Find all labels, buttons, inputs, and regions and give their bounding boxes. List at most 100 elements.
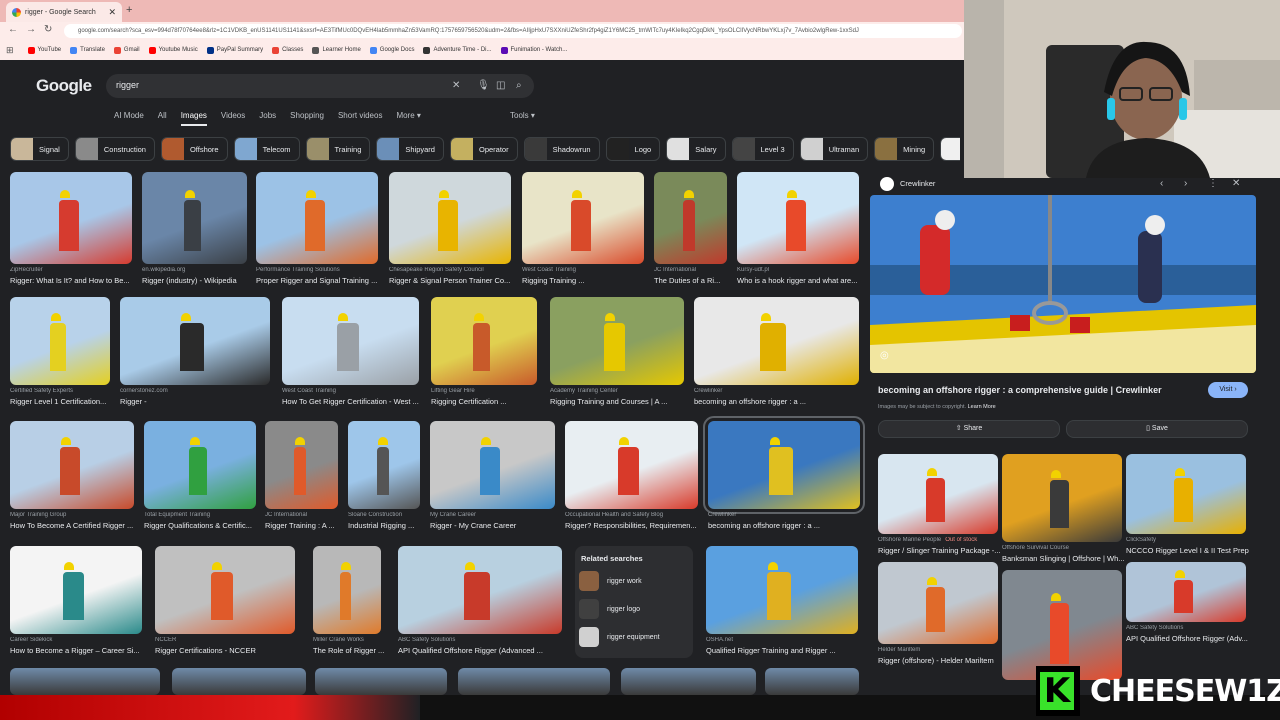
panel-related-title[interactable]: Banksman Slinging | Offshore | Wh... xyxy=(1002,554,1126,563)
result-image[interactable] xyxy=(10,172,132,264)
tab-images[interactable]: Images xyxy=(180,111,207,126)
result-image[interactable] xyxy=(654,172,727,264)
result-source[interactable]: ABC Safety Solutions xyxy=(398,637,562,643)
result-title[interactable]: API Qualified Offshore Rigger (Advanced … xyxy=(398,646,570,655)
result-image[interactable] xyxy=(144,421,256,509)
tab-shopping[interactable]: Shopping xyxy=(290,111,324,126)
result-source[interactable]: Major Training Group xyxy=(10,512,134,518)
panel-source-name[interactable]: Crewlinker xyxy=(900,179,935,188)
preview-image[interactable]: ◎ xyxy=(870,195,1256,373)
new-tab-button[interactable]: + xyxy=(126,4,132,16)
result-image[interactable] xyxy=(142,172,247,264)
result-source[interactable]: cornerstonez.com xyxy=(120,388,270,394)
panel-related-image[interactable] xyxy=(1126,454,1246,534)
panel-related-title[interactable]: API Qualified Offshore Rigger (Adv... xyxy=(1126,634,1250,643)
result-image[interactable] xyxy=(565,421,698,509)
apps-grid-icon[interactable]: ⊞ xyxy=(6,45,14,56)
result-source[interactable]: Crewlinker xyxy=(694,388,859,394)
result-image[interactable] xyxy=(10,297,110,385)
chip-training[interactable]: Training xyxy=(305,137,371,161)
panel-related-title[interactable]: NCCCO Rigger Level I & II Test Prep xyxy=(1126,546,1250,555)
bookmark-item[interactable]: Gmail xyxy=(113,46,140,54)
result-image[interactable] xyxy=(737,172,859,264)
bookmark-item[interactable]: Translate xyxy=(70,46,105,54)
result-image[interactable] xyxy=(458,668,610,695)
result-image[interactable] xyxy=(265,421,338,509)
bookmark-item[interactable]: Classes xyxy=(272,46,303,54)
result-title[interactable]: Rigger Certifications - NCCER xyxy=(155,646,303,655)
result-source[interactable]: Performance Training Solutions xyxy=(256,267,378,273)
panel-related-image[interactable] xyxy=(1002,454,1122,542)
tab-jobs[interactable]: Jobs xyxy=(259,111,276,126)
result-title[interactable]: Rigger Qualifications & Certific... xyxy=(144,521,264,530)
tab-ai-mode[interactable]: AI Mode xyxy=(114,111,144,126)
result-source[interactable]: Sloane Construction xyxy=(348,512,420,518)
chip-salary[interactable]: Salary xyxy=(666,137,726,161)
result-source[interactable]: en.wikipedia.org xyxy=(142,267,247,273)
chip-telecom[interactable]: Telecom xyxy=(233,137,300,161)
related-search-item[interactable]: rigger work xyxy=(579,571,693,591)
panel-related-image[interactable] xyxy=(1002,570,1122,680)
tab-all[interactable]: All xyxy=(158,111,167,126)
result-source[interactable]: Kursy-udt.pl xyxy=(737,267,859,273)
reload-icon[interactable]: ↻ xyxy=(44,24,52,35)
panel-related-title[interactable]: Rigger / Slinger Training Package -... xyxy=(878,546,1002,555)
tab-short-videos[interactable]: Short videos xyxy=(338,111,382,126)
result-source[interactable]: Crewlinker xyxy=(708,512,860,518)
result-image[interactable] xyxy=(703,416,865,514)
panel-related-image[interactable] xyxy=(1126,562,1246,622)
result-title[interactable]: The Role of Rigger ... xyxy=(313,646,389,655)
result-image[interactable] xyxy=(172,668,306,695)
panel-related-image[interactable] xyxy=(878,454,998,534)
result-title[interactable]: Rigger (industry) - Wikipedia xyxy=(142,276,255,285)
result-image[interactable] xyxy=(155,546,295,634)
result-image[interactable] xyxy=(10,546,142,634)
camera-search-icon[interactable]: ◫ xyxy=(496,80,505,91)
result-source[interactable]: Miller Crane Works xyxy=(313,637,381,643)
panel-related-source[interactable]: ABC Safety Solutions xyxy=(1126,625,1246,631)
bookmark-item[interactable]: Funimation - Watch... xyxy=(500,46,567,54)
bookmark-item[interactable]: Google Docs xyxy=(369,46,414,54)
panel-related-title[interactable]: Rigger (offshore) - Helder Mariltem xyxy=(878,656,1002,665)
result-title[interactable]: The Duties of a Ri... xyxy=(654,276,735,285)
next-image-icon[interactable]: › xyxy=(1184,178,1187,189)
visit-button[interactable]: Visit › xyxy=(1208,382,1248,398)
tools-button[interactable]: Tools ▾ xyxy=(510,111,535,120)
result-title[interactable]: Rigging Training ... xyxy=(522,276,652,285)
result-image[interactable] xyxy=(694,297,859,385)
result-image[interactable] xyxy=(389,172,511,264)
more-options-icon[interactable]: ⋮ xyxy=(1208,178,1218,189)
result-image[interactable] xyxy=(10,421,134,509)
result-source[interactable]: ZipRecruiter xyxy=(10,267,132,273)
back-icon[interactable]: ← xyxy=(8,24,18,35)
preview-title[interactable]: becoming an offshore rigger : a comprehe… xyxy=(878,385,1162,395)
chip-construction[interactable]: Construction xyxy=(74,137,155,161)
browser-tab[interactable]: rigger - Google Search ✕ xyxy=(6,2,122,22)
search-input[interactable] xyxy=(106,74,534,98)
chip-shadowrun[interactable]: Shadowrun xyxy=(523,137,600,161)
related-search-item[interactable]: rigger logo xyxy=(579,599,693,619)
result-image[interactable] xyxy=(550,297,684,385)
previous-image-icon[interactable]: ‹ xyxy=(1160,178,1163,189)
chip-offshore[interactable]: Offshore xyxy=(160,137,228,161)
bookmark-item[interactable]: Youtube Music xyxy=(148,46,198,54)
result-title[interactable]: Who is a hook rigger and what are... xyxy=(737,276,867,285)
panel-related-source[interactable]: ClickSafety xyxy=(1126,537,1246,543)
chip-shipyard[interactable]: Shipyard xyxy=(376,137,444,161)
result-title[interactable]: becoming an offshore rigger : a ... xyxy=(694,397,867,406)
result-title[interactable]: Industrial Rigging ... xyxy=(348,521,428,530)
result-image[interactable] xyxy=(398,546,562,634)
panel-related-source[interactable]: Offshore Survival Course xyxy=(1002,545,1122,551)
result-title[interactable]: Rigging Training and Courses | A ... xyxy=(550,397,692,406)
chip-mining[interactable]: Mining xyxy=(874,137,935,161)
result-title[interactable]: Rigger Level 1 Certification... xyxy=(10,397,118,406)
panel-related-image[interactable] xyxy=(878,562,998,644)
result-image[interactable] xyxy=(430,421,555,509)
result-source[interactable]: Total Equipment Training xyxy=(144,512,256,518)
result-title[interactable]: Rigger - My Crane Career xyxy=(430,521,563,530)
result-image[interactable] xyxy=(256,172,378,264)
close-tab-icon[interactable]: ✕ xyxy=(108,7,116,18)
result-title[interactable]: How to Become a Rigger – Career Si... xyxy=(10,646,150,655)
chip-logo[interactable]: Logo xyxy=(605,137,661,161)
tab-videos[interactable]: Videos xyxy=(221,111,245,126)
